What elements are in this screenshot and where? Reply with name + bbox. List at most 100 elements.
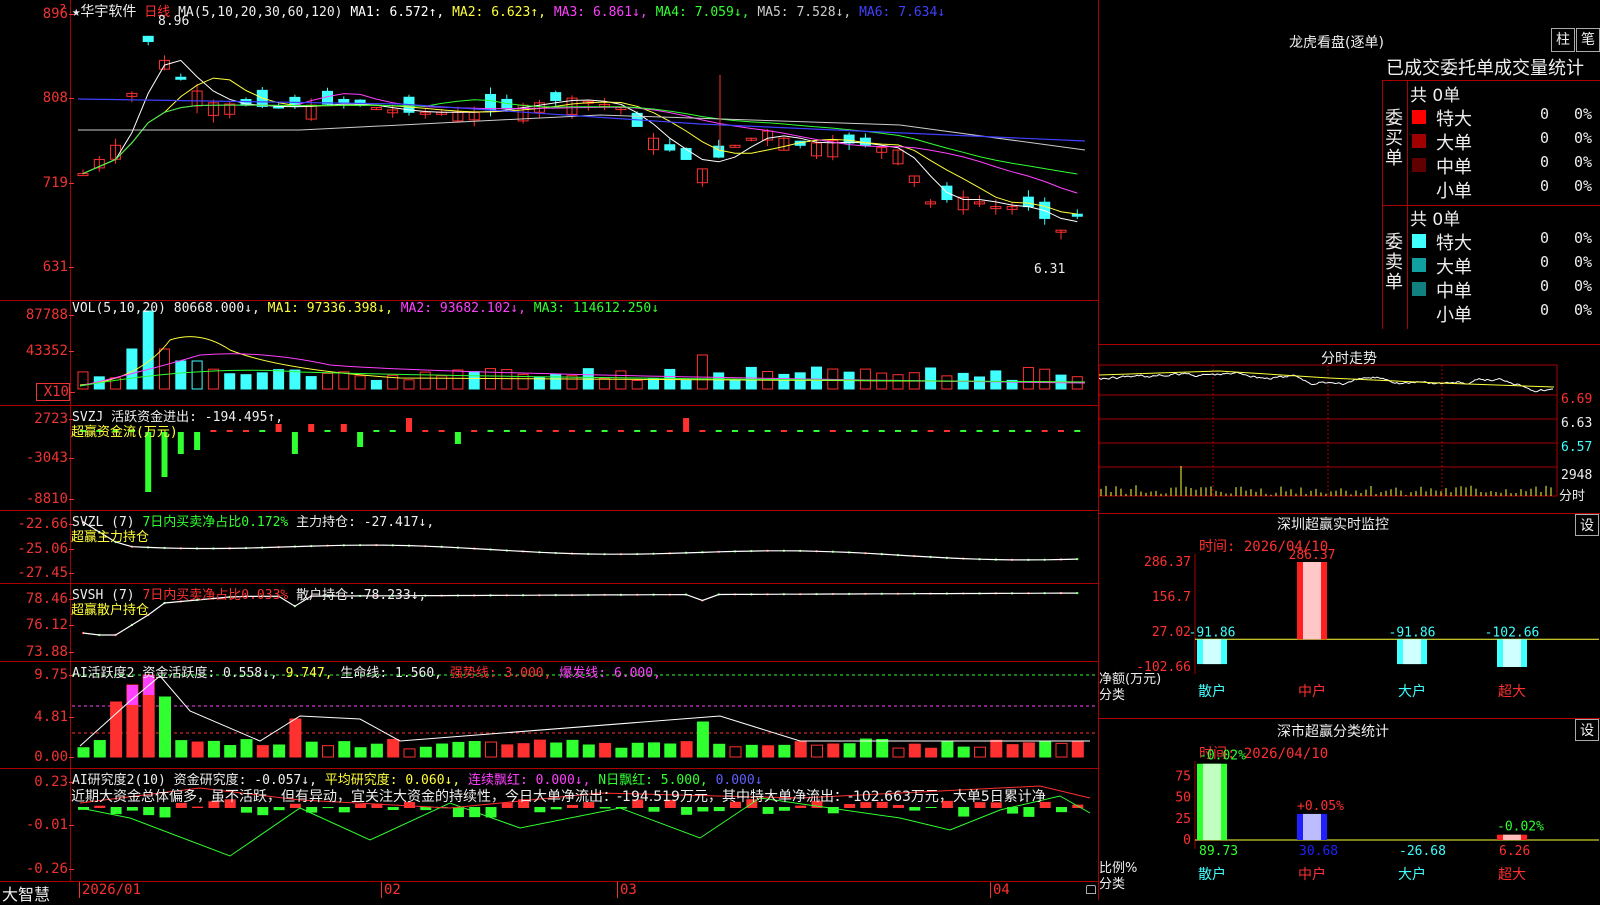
svzj-bar bbox=[422, 430, 429, 432]
activity-bar bbox=[273, 744, 286, 758]
svsh-pane[interactable]: 78.46 76.12 73.88 SVSH (7) 7日内买卖净占比0.033… bbox=[0, 583, 1098, 662]
legend-swatch bbox=[1412, 282, 1426, 296]
svzj-bar bbox=[715, 430, 722, 432]
candle bbox=[175, 76, 187, 80]
class-top-label: -0.02% bbox=[1199, 749, 1246, 764]
volume-bar bbox=[126, 348, 138, 390]
activity-bar bbox=[468, 741, 481, 758]
ai1-act: 资金活跃度: 0.558↓, bbox=[142, 666, 278, 681]
sell-row: 大单 0 0% bbox=[1408, 253, 1600, 278]
activity-bar bbox=[403, 748, 416, 758]
sell-row: 特大 0 0% bbox=[1408, 229, 1600, 254]
research-bar bbox=[126, 807, 138, 811]
volume-bar bbox=[224, 373, 236, 390]
ai-research-pane[interactable]: 0.23 -0.01 -0.26 AI研究度2(10) 资金研究度: -0.05… bbox=[0, 768, 1098, 882]
activity-bar bbox=[1039, 741, 1052, 758]
volume-bar bbox=[240, 374, 252, 390]
main-kline-pane[interactable]: 896 808 719 631 ★华宇软件 日线 MA(5,10,20,30,6… bbox=[0, 0, 1098, 301]
stock-name[interactable]: ★华宇软件 bbox=[72, 4, 136, 20]
volume-bar bbox=[289, 369, 301, 390]
svzj-bar bbox=[699, 430, 706, 432]
lhb-subtitle: 已成交委托单成交量统计 bbox=[1386, 58, 1584, 79]
class-top-label: -0.02% bbox=[1497, 820, 1544, 835]
activity-bar bbox=[957, 746, 970, 758]
row-count: 0 bbox=[1540, 253, 1550, 271]
row-name: 特大 bbox=[1436, 233, 1472, 254]
volume-bar bbox=[925, 367, 937, 390]
ai1-life: 生命线: 1.560, bbox=[340, 666, 443, 681]
row-pct: 0% bbox=[1574, 129, 1593, 147]
svzj-bar bbox=[878, 430, 885, 432]
legend-swatch bbox=[1412, 158, 1426, 172]
intraday-price-tick: 6.63 bbox=[1561, 416, 1593, 431]
svzj-bar bbox=[194, 432, 201, 450]
svzj-bar bbox=[683, 418, 690, 432]
svzj-bar bbox=[552, 430, 559, 432]
tick-mode-button[interactable]: 笔 bbox=[1576, 28, 1600, 52]
class-tick: 75 bbox=[1175, 769, 1191, 784]
sell-total: 共 0单 bbox=[1410, 210, 1461, 230]
ai1-strong: 强势线: 3.000, bbox=[449, 666, 552, 681]
svzj-bar bbox=[226, 430, 233, 432]
row-pct: 0% bbox=[1574, 105, 1593, 123]
row-pct: 0% bbox=[1574, 277, 1593, 295]
svzj-bar bbox=[471, 430, 478, 432]
svzj-bar bbox=[634, 430, 641, 432]
row-count: 0 bbox=[1540, 129, 1550, 147]
svzj-bar bbox=[829, 430, 836, 432]
legend-swatch bbox=[1412, 134, 1426, 148]
volume-bar bbox=[892, 374, 904, 390]
research-bar bbox=[713, 807, 725, 812]
kline-chart[interactable] bbox=[0, 0, 1098, 300]
ai-activity-pane[interactable]: 9.75 4.81 0.00 AI活跃度2 资金活跃度: 0.558↓, 9.7… bbox=[0, 661, 1098, 769]
lock-icon[interactable] bbox=[1086, 885, 1096, 894]
volume-bar bbox=[256, 372, 268, 390]
intraday-chart[interactable] bbox=[1099, 345, 1600, 513]
buy-row: 大单 0 0% bbox=[1408, 129, 1600, 154]
activity-bar bbox=[974, 746, 986, 758]
svsh-net: 7日内买卖净占比0.033% bbox=[142, 588, 289, 603]
svzl-pane[interactable]: -22.66 -25.06 -27.45 SVZL (7) 7日内买卖净占比0.… bbox=[0, 510, 1098, 584]
corner-mark: ? bbox=[59, 2, 67, 16]
class-tick: 0 bbox=[1183, 833, 1191, 848]
bar-mode-button[interactable]: 柱 bbox=[1551, 28, 1575, 52]
svzj-bar bbox=[340, 424, 347, 432]
activity-bar bbox=[322, 745, 334, 758]
research-bar bbox=[159, 807, 171, 818]
svzj-bar bbox=[520, 430, 527, 432]
svzj-sub: 超赢资金流(万元) bbox=[71, 425, 178, 440]
research-bar bbox=[143, 807, 155, 816]
row-count: 0 bbox=[1540, 301, 1550, 319]
intraday-price-tick: 6.57 bbox=[1561, 440, 1593, 455]
activity-bar bbox=[224, 745, 237, 758]
row-name: 大单 bbox=[1436, 133, 1472, 154]
svzj-bar bbox=[503, 430, 510, 432]
vol-ma3: MA3: 114612.250↓ bbox=[533, 301, 660, 316]
svzj-bar bbox=[1025, 430, 1032, 432]
activity-bar bbox=[387, 738, 400, 758]
svzj-bar bbox=[406, 418, 412, 432]
svzj-bar bbox=[732, 430, 738, 432]
volume-bar bbox=[615, 370, 627, 390]
svzj-bar bbox=[569, 430, 575, 432]
activity-bar bbox=[517, 743, 530, 758]
volume-bar bbox=[273, 369, 285, 390]
buy-row: 小单 0 0% bbox=[1408, 177, 1600, 202]
volume-bar bbox=[207, 368, 219, 390]
research-bar bbox=[322, 807, 334, 809]
brand-logo: 大智慧 bbox=[2, 885, 51, 904]
intraday-panel[interactable]: 分时走势 6.69 6.63 6.57 2948 分时 bbox=[1099, 345, 1600, 514]
row-count: 0 bbox=[1540, 153, 1550, 171]
activity-bar bbox=[859, 738, 872, 758]
research-bar bbox=[1023, 807, 1035, 817]
volume-bar bbox=[599, 378, 611, 390]
svzj-bar bbox=[373, 430, 380, 432]
legend-swatch bbox=[1412, 110, 1426, 124]
activity-bar bbox=[338, 741, 351, 758]
svzj-pane[interactable]: 2723 -3043 -8810 SVZJ 活跃资金进出: -194.495↑,… bbox=[0, 405, 1098, 511]
ai-activity-header: AI活跃度2 资金活跃度: 0.558↓, 9.747, 生命线: 1.560,… bbox=[72, 662, 661, 681]
volume-pane[interactable]: 87788 43352 X10 VOL(5,10,20) 80668.000↓,… bbox=[0, 300, 1098, 406]
ai1-label: AI活跃度2 bbox=[72, 666, 135, 681]
svzj-bar bbox=[846, 430, 853, 432]
svzj-bar bbox=[487, 430, 494, 432]
